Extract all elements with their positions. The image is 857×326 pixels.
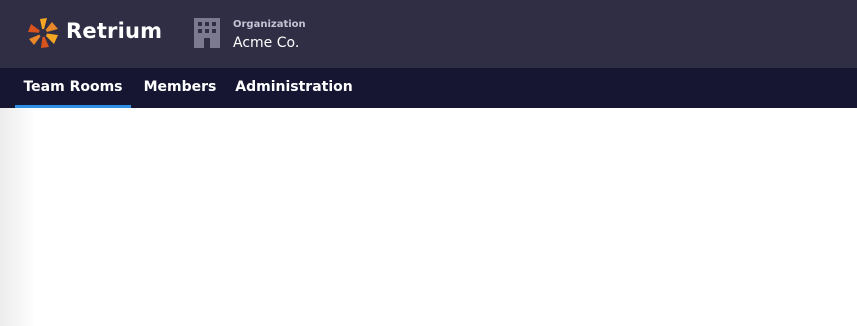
- organization-caption: Organization: [233, 19, 306, 30]
- tab-administration[interactable]: Administration: [232, 68, 356, 108]
- tab-members[interactable]: Members: [139, 68, 221, 108]
- app-root: Retrium Organization Acme Co. Team Rooms…: [0, 0, 857, 326]
- top-header: Retrium Organization Acme Co.: [0, 0, 857, 68]
- brand-name[interactable]: Retrium: [66, 19, 162, 43]
- building-icon: [194, 18, 220, 48]
- main-nav: Team Rooms Members Administration: [0, 68, 857, 108]
- main-content: [0, 108, 857, 326]
- sidebar-shadow: [0, 108, 36, 326]
- organization-name[interactable]: Acme Co.: [233, 35, 299, 51]
- retrium-logo-icon[interactable]: [27, 17, 59, 49]
- tab-team-rooms[interactable]: Team Rooms: [15, 68, 131, 108]
